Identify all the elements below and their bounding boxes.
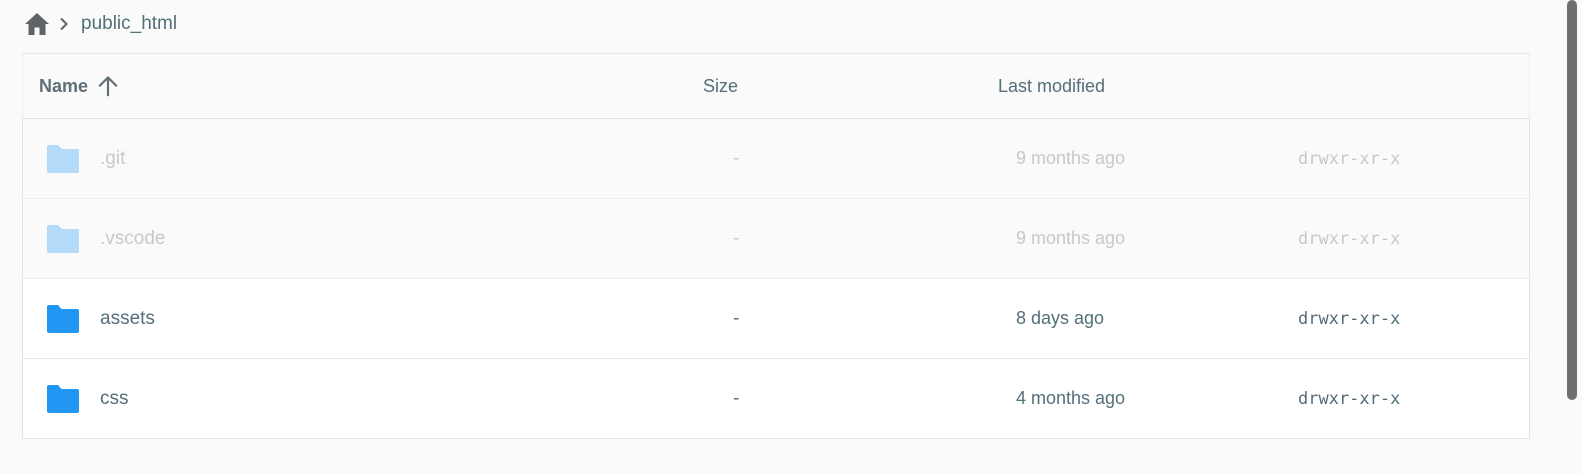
- name-header-label: Name: [39, 75, 89, 96]
- file-modified: 9 months ago: [1016, 148, 1126, 168]
- file-row-vscode[interactable]: .vscode - 9 months ago drwxr-xr-x: [22, 199, 1530, 279]
- file-modified: 4 months ago: [1016, 388, 1126, 408]
- file-row-css[interactable]: css - 4 months ago drwxr-xr-x: [22, 359, 1530, 439]
- file-name: .git: [100, 147, 126, 169]
- arrow-up-icon: [96, 74, 120, 98]
- file-permissions: drwxr-xr-x: [1298, 148, 1401, 169]
- breadcrumb: public_html: [22, 0, 177, 48]
- file-listing: Name Size Last modified .git - 9 months …: [22, 53, 1530, 474]
- file-modified: 8 days ago: [1016, 308, 1105, 328]
- file-size: -: [733, 387, 740, 409]
- file-permissions: drwxr-xr-x: [1298, 388, 1401, 409]
- vertical-scrollbar[interactable]: [1567, 0, 1577, 400]
- sort-by-modified-button[interactable]: Last modified: [998, 54, 1105, 118]
- folder-icon: [47, 385, 79, 413]
- folder-icon: [47, 145, 79, 173]
- home-icon[interactable]: [23, 10, 51, 38]
- file-size: -: [733, 147, 740, 169]
- file-row-assets[interactable]: assets - 8 days ago drwxr-xr-x: [22, 279, 1530, 359]
- file-size: -: [733, 227, 740, 249]
- chevron-right-icon: [57, 17, 71, 31]
- sort-by-name-button[interactable]: Name: [39, 54, 120, 118]
- folder-icon: [47, 305, 79, 333]
- listing-header: Name Size Last modified: [22, 54, 1530, 119]
- sort-by-size-button[interactable]: Size: [703, 54, 738, 118]
- folder-icon: [47, 225, 79, 253]
- file-size: -: [733, 307, 740, 329]
- file-name: css: [100, 387, 129, 409]
- file-name: assets: [100, 307, 155, 329]
- file-row-git[interactable]: .git - 9 months ago drwxr-xr-x: [22, 119, 1530, 199]
- breadcrumb-current[interactable]: public_html: [81, 13, 177, 35]
- file-name: .vscode: [100, 227, 166, 249]
- file-modified: 9 months ago: [1016, 228, 1126, 248]
- file-permissions: drwxr-xr-x: [1298, 308, 1401, 329]
- file-permissions: drwxr-xr-x: [1298, 228, 1401, 249]
